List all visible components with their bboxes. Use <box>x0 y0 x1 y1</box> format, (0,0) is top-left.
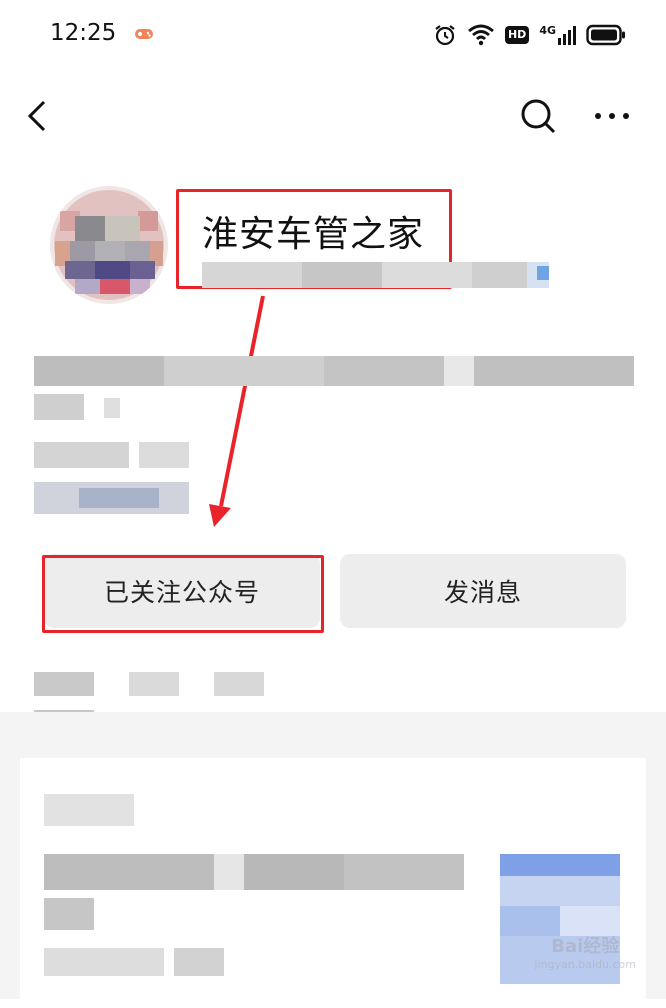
watermark-url: jingyan.baidu.com <box>534 958 636 971</box>
baidu-watermark: Bai经验 jingyan.baidu.com <box>534 932 636 971</box>
watermark-brand: Bai经验 <box>551 936 620 957</box>
account-description-blurred <box>34 356 634 516</box>
followed-highlight-box <box>42 555 324 633</box>
send-message-button[interactable]: 发消息 <box>340 554 626 628</box>
article-meta-blurred <box>44 948 244 976</box>
article-date-blurred <box>44 794 134 826</box>
article-title-blurred <box>44 854 474 934</box>
